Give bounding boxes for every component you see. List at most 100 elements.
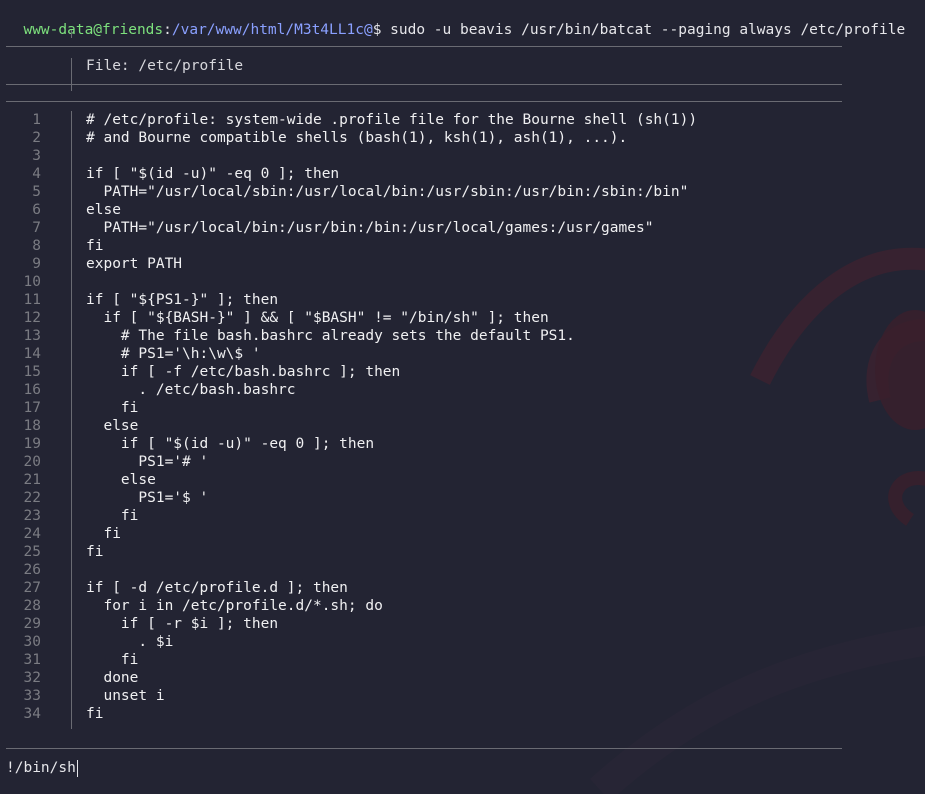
line-number: 13 <box>23 328 41 344</box>
gutter-divider-header <box>71 58 72 91</box>
code-line: 15 if [ -f /etc/bash.bashrc ]; then <box>0 363 925 381</box>
code-line: 24 fi <box>0 525 925 543</box>
line-number: 11 <box>23 292 41 308</box>
line-text: # The file bash.bashrc already sets the … <box>86 328 575 344</box>
code-line: 4 if [ "$(id -u)" -eq 0 ]; then <box>0 165 925 183</box>
file-header: File: /etc/profile <box>86 58 244 74</box>
line-number: 27 <box>23 580 41 596</box>
line-text: for i in /etc/profile.d/*.sh; do <box>86 598 383 614</box>
line-text: if [ "${BASH-}" ] && [ "$BASH" != "/bin/… <box>86 310 549 326</box>
line-text: export PATH <box>86 256 183 272</box>
code-line: 34 fi <box>0 705 925 723</box>
line-number: 4 <box>32 166 41 182</box>
line-text: if [ "$(id -u)" -eq 0 ]; then <box>86 436 375 452</box>
code-line: 33 unset i <box>0 687 925 705</box>
line-number: 12 <box>23 310 41 326</box>
line-number: 29 <box>23 616 41 632</box>
code-line: 28 for i in /etc/profile.d/*.sh; do <box>0 597 925 615</box>
code-line: 13 # The file bash.bashrc already sets t… <box>0 327 925 345</box>
line-number: 24 <box>23 526 41 542</box>
line-text: done <box>86 670 139 686</box>
line-text: PS1='# ' <box>86 454 209 470</box>
line-number: 3 <box>32 148 41 164</box>
line-text: if [ -d /etc/profile.d ]; then <box>86 580 348 596</box>
pager-command-text: !/bin/sh <box>6 760 76 776</box>
header-bottom-rule <box>6 84 842 85</box>
line-number: 28 <box>23 598 41 614</box>
line-number: 20 <box>23 454 41 470</box>
line-text: PATH="/usr/local/bin:/usr/bin:/bin:/usr/… <box>86 220 654 236</box>
code-line: 22 PS1='$ ' <box>0 489 925 507</box>
code-line: 10 <box>0 273 925 291</box>
line-number: 14 <box>23 346 41 362</box>
line-number: 22 <box>23 490 41 506</box>
header-top-rule <box>6 46 842 47</box>
code-line: 12 if [ "${BASH-}" ] && [ "$BASH" != "/b… <box>0 309 925 327</box>
code-line: 7 PATH="/usr/local/bin:/usr/bin:/bin:/us… <box>0 219 925 237</box>
code-line: 16 . /etc/bash.bashrc <box>0 381 925 399</box>
code-line: 11 if [ "${PS1-}" ]; then <box>0 291 925 309</box>
shell-command: sudo -u beavis /usr/bin/batcat --paging … <box>381 22 906 38</box>
line-text: else <box>86 418 139 434</box>
code-line: 5 PATH="/usr/local/sbin:/usr/local/bin:/… <box>0 183 925 201</box>
line-number: 6 <box>32 202 41 218</box>
line-number: 33 <box>23 688 41 704</box>
line-text: PS1='$ ' <box>86 490 209 506</box>
code-line: 8 fi <box>0 237 925 255</box>
code-line: 31 fi <box>0 651 925 669</box>
line-text: fi <box>86 508 139 524</box>
line-number: 15 <box>23 364 41 380</box>
line-text: fi <box>86 526 121 542</box>
line-text: if [ "$(id -u)" -eq 0 ]; then <box>86 166 340 182</box>
line-number: 7 <box>32 220 41 236</box>
line-number: 26 <box>23 562 41 578</box>
line-text: . $i <box>86 634 174 650</box>
code-line: 23 fi <box>0 507 925 525</box>
line-number: 5 <box>32 184 41 200</box>
line-text: fi <box>86 706 104 722</box>
line-number: 2 <box>32 130 41 146</box>
code-line: 32 done <box>0 669 925 687</box>
line-text: unset i <box>86 688 165 704</box>
file-content: 1 # /etc/profile: system-wide .profile fi… <box>0 111 925 723</box>
line-number: 9 <box>32 256 41 272</box>
prompt-separator: : <box>163 22 172 38</box>
code-line: 2 # and Bourne compatible shells (bash(1)… <box>0 129 925 147</box>
line-text: if [ -f /etc/bash.bashrc ]; then <box>86 364 401 380</box>
line-number: 21 <box>23 472 41 488</box>
line-number: 10 <box>23 274 41 290</box>
code-line: 19 if [ "$(id -u)" -eq 0 ]; then <box>0 435 925 453</box>
prompt-path: /var/www/html/M3t4LL1c@ <box>171 22 373 38</box>
code-line: 18 else <box>0 417 925 435</box>
content-top-rule <box>6 101 842 102</box>
line-number: 25 <box>23 544 41 560</box>
line-text: . /etc/bash.bashrc <box>86 382 296 398</box>
prompt-user-host: www-data@friends <box>23 22 164 38</box>
line-text: # PS1='\h:\w\$ ' <box>86 346 261 362</box>
pager-command-input[interactable]: !/bin/sh <box>6 759 79 777</box>
line-number: 17 <box>23 400 41 416</box>
text-cursor <box>76 759 79 777</box>
line-number: 32 <box>23 670 41 686</box>
code-line: 14 # PS1='\h:\w\$ ' <box>0 345 925 363</box>
code-line: 9 export PATH <box>0 255 925 273</box>
line-number: 8 <box>32 238 41 254</box>
line-number: 16 <box>23 382 41 398</box>
line-number: 1 <box>32 112 41 128</box>
content-bottom-rule <box>6 748 842 749</box>
line-number: 23 <box>23 508 41 524</box>
line-text: else <box>86 202 121 218</box>
code-line: 17 fi <box>0 399 925 417</box>
code-line: 1 # /etc/profile: system-wide .profile fi… <box>0 111 925 129</box>
line-number: 18 <box>23 418 41 434</box>
code-line: 25 fi <box>0 543 925 561</box>
code-line: 3 <box>0 147 925 165</box>
shell-prompt-line: www-data@friends:/var/www/html/M3t4LL1c@… <box>6 3 905 38</box>
line-number: 31 <box>23 652 41 668</box>
line-text: # and Bourne compatible shells (bash(1),… <box>86 130 628 146</box>
line-text: # /etc/profile: system-wide .profile fil… <box>86 112 698 128</box>
code-line: 20 PS1='# ' <box>0 453 925 471</box>
line-text: else <box>86 472 156 488</box>
line-text: if [ "${PS1-}" ]; then <box>86 292 279 308</box>
code-line: 21 else <box>0 471 925 489</box>
